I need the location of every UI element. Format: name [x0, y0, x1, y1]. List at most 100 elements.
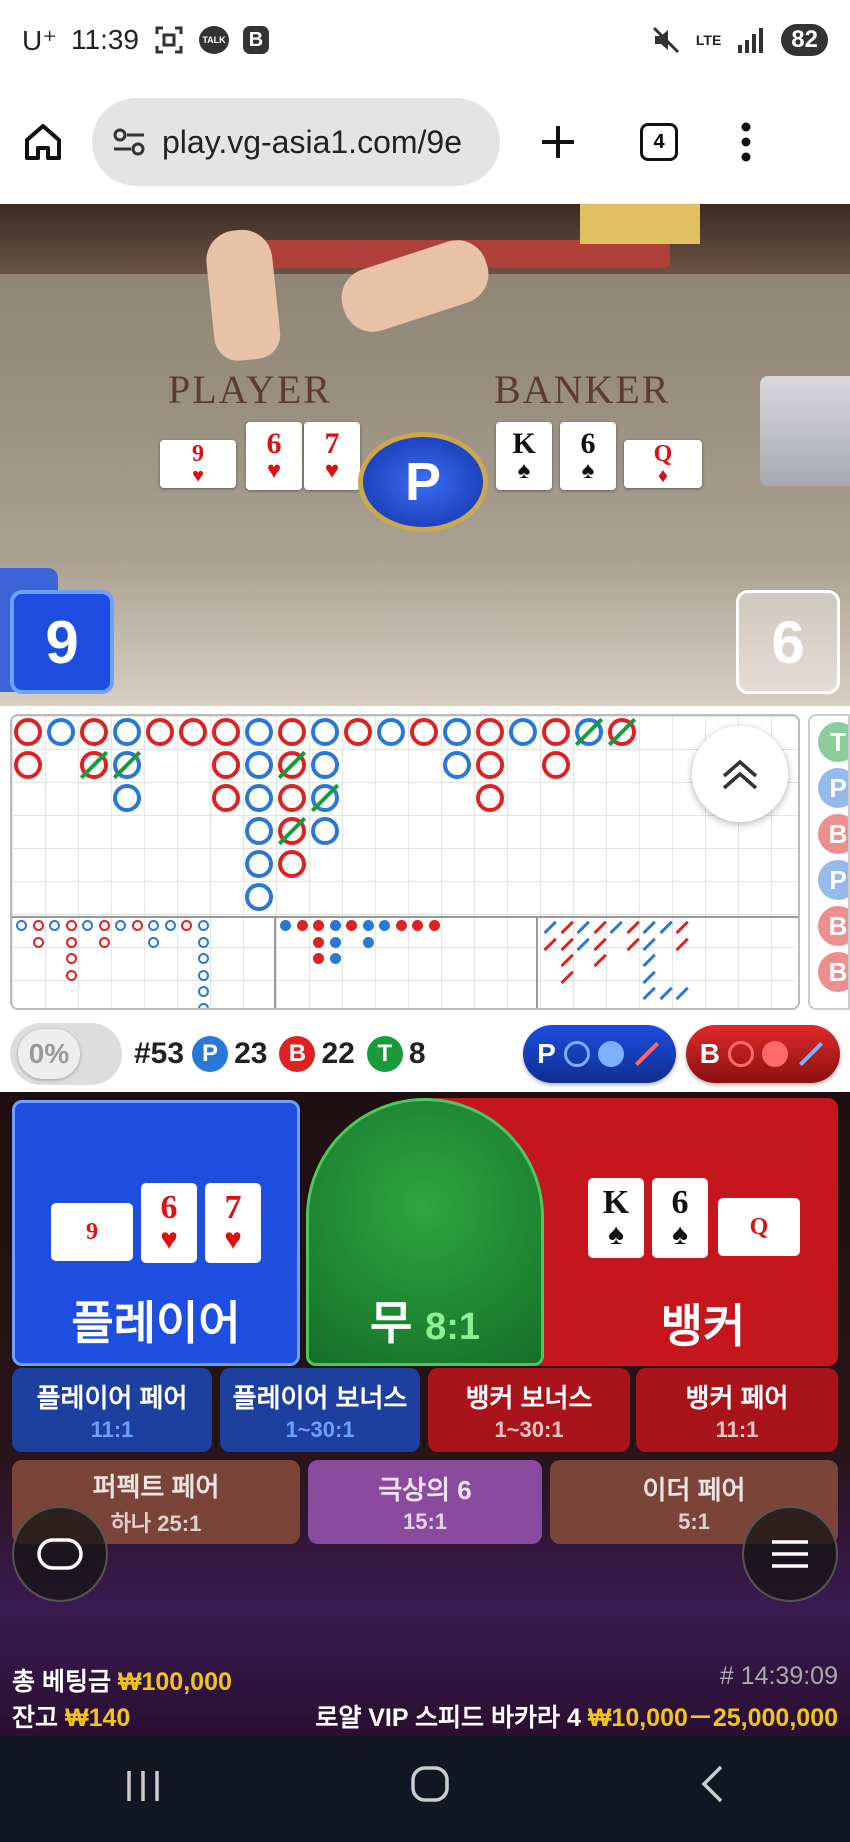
card-suit: ♥	[224, 1223, 242, 1256]
bet-limits: ₩10,000－25,000,000	[587, 1704, 838, 1732]
small-road-dot	[329, 936, 341, 948]
player-count-badge: P	[192, 1036, 229, 1072]
card-suit: ♥	[266, 458, 282, 484]
cockroach-mark	[559, 970, 574, 984]
banker-ring	[542, 751, 570, 779]
bet-title: 뱅커 보너스	[465, 1382, 593, 1413]
recent-apps-icon[interactable]	[125, 1764, 161, 1814]
table-info-row: 로얄 VIP 스피드 바카라 4 ₩10,000－25,000,000	[315, 1698, 838, 1734]
player-ring	[245, 883, 273, 911]
cockroach-mark	[625, 920, 640, 934]
banker-ring	[542, 718, 570, 746]
banker-card-1: K ♠	[496, 422, 552, 490]
player-ring	[245, 751, 273, 779]
player-card-3: 7 ♥	[304, 422, 360, 490]
back-icon[interactable]	[699, 1764, 725, 1815]
bet-odds: 1~30:1	[494, 1416, 564, 1442]
side-badge: B	[818, 952, 848, 992]
big-eye-mark	[98, 936, 110, 948]
player-ring	[377, 718, 405, 746]
small-road-dot	[313, 920, 324, 931]
chat-button[interactable]	[12, 1506, 108, 1602]
side-badge: B	[818, 906, 848, 946]
cockroach-mark	[625, 937, 640, 951]
player-pair-bet[interactable]: 플레이어 페어 11:1	[12, 1368, 212, 1452]
address-bar[interactable]: play.vg-asia1.com/9e	[92, 98, 500, 186]
player-score: 9	[10, 590, 114, 694]
big-eye-mark	[131, 920, 143, 931]
player-card-mini-2: 6 ♥	[141, 1183, 197, 1263]
big-eye-mark	[98, 920, 110, 931]
slash-icon	[798, 1041, 824, 1067]
bet-title: 극상의 6	[378, 1474, 472, 1505]
menu-button[interactable]	[742, 1506, 838, 1602]
mute-icon	[650, 24, 682, 56]
ring-icon	[728, 1041, 754, 1067]
banker-ring	[14, 718, 42, 746]
bet-title: 플레이어 보너스	[232, 1382, 408, 1413]
player-card-2: 6 ♥	[246, 422, 302, 490]
small-road-dot	[362, 920, 374, 931]
cockroach-mark	[642, 920, 656, 934]
tie-odds: 8:1	[425, 1306, 481, 1348]
banker-ring	[476, 784, 504, 812]
player-ring	[311, 817, 339, 845]
big-eye-mark	[32, 920, 44, 931]
round-number: #53	[134, 1037, 185, 1070]
player-bonus-bet[interactable]: 플레이어 보너스 1~30:1	[220, 1368, 420, 1452]
super-six-bet[interactable]: 극상의 6 15:1	[308, 1460, 542, 1544]
player-ask-label: P	[537, 1038, 556, 1069]
banker-ring	[278, 850, 306, 878]
cockroach-mark	[559, 937, 574, 951]
card-rank: 6	[266, 427, 282, 460]
tie-bet-spot[interactable]: 무 8:1	[306, 1098, 544, 1366]
big-eye-mark	[65, 969, 77, 981]
card-rank: 6	[671, 1184, 689, 1221]
player-bet-label: 플레이어	[71, 1297, 241, 1349]
tie-count-badge: T	[366, 1036, 403, 1072]
player-card-mini-3: 7 ♥	[205, 1183, 261, 1263]
roadmap-divider	[274, 916, 276, 1008]
big-eye-mark	[197, 969, 209, 981]
balance-label: 잔고	[12, 1704, 59, 1732]
home-icon[interactable]	[22, 121, 64, 163]
cockroach-mark	[642, 986, 656, 1000]
home-nav-icon[interactable]	[410, 1764, 450, 1814]
slash-icon	[634, 1041, 659, 1067]
expand-roadmap-button[interactable]	[692, 726, 788, 822]
card-suit: ♠	[581, 458, 595, 484]
small-road-dot	[313, 936, 324, 948]
player-ring	[509, 718, 537, 746]
card-shoe	[760, 376, 850, 486]
player-ask-button[interactable]: P	[523, 1025, 676, 1083]
cockroach-mark	[543, 937, 557, 951]
banker-card-mini-3: Q	[718, 1198, 800, 1256]
bet-odds: 1~30:1	[285, 1416, 355, 1442]
tab-switcher-button[interactable]: 4	[640, 123, 678, 161]
percent-toggle[interactable]: 0%	[10, 1023, 122, 1085]
more-menu-icon[interactable]	[740, 122, 752, 162]
banker-ring	[212, 751, 240, 779]
site-settings-icon[interactable]	[112, 127, 146, 157]
card-suit: ♠	[608, 1218, 624, 1251]
bet-odds: 11:1	[90, 1416, 134, 1442]
player-ring	[443, 718, 471, 746]
small-road-dot	[379, 920, 390, 931]
small-road-dot	[329, 920, 341, 931]
banker-bonus-bet[interactable]: 뱅커 보너스 1~30:1	[428, 1368, 630, 1452]
cockroach-mark	[559, 920, 574, 934]
battery-level: 82	[781, 24, 828, 56]
banker-ask-button[interactable]: B	[685, 1025, 840, 1083]
new-tab-icon[interactable]	[538, 122, 578, 162]
bet-odds: 5:1	[678, 1508, 710, 1534]
roadmap-divider	[536, 916, 538, 1008]
player-bet-spot[interactable]: 9 6 ♥ 7 ♥ 플레이어	[12, 1100, 300, 1366]
card-rank: 7	[324, 427, 340, 460]
player-ring	[443, 751, 471, 779]
banker-count-badge: B	[279, 1036, 316, 1072]
player-card-mini-1: 9	[51, 1203, 133, 1261]
big-eye-mark	[197, 920, 209, 931]
card-rank: 9	[192, 441, 204, 467]
banker-pair-bet[interactable]: 뱅커 페어 11:1	[636, 1368, 838, 1452]
banker-card-3: Q ♦	[624, 440, 702, 488]
